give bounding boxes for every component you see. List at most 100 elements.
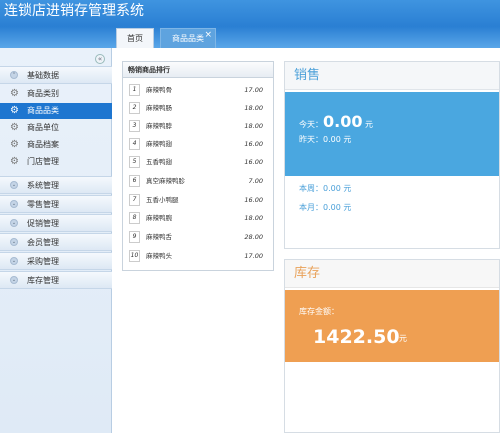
sales-summary-box: 今天：0.00 元 昨天：0.00 元: [285, 92, 499, 176]
rank-number: 8: [129, 212, 140, 224]
inventory-summary-box: 库存金额： 1422.50 元: [285, 290, 499, 362]
product-value: 16.00: [244, 158, 263, 166]
inventory-panel: 库存 库存金额： 1422.50 元: [284, 259, 500, 433]
product-value: 28.00: [244, 233, 263, 241]
sidebar-group-promotion[interactable]: ⌄ 促销管理: [0, 214, 112, 232]
group-label: 促销管理: [27, 219, 59, 228]
sidebar-group-retail[interactable]: ⌄ 零售管理: [0, 195, 112, 213]
group-label: 会员管理: [27, 238, 59, 247]
rank-number: 6: [129, 175, 140, 187]
sidebar-item-product-file[interactable]: ⚙ 商品档案: [0, 137, 112, 153]
group-toggle-icon: ⌄: [10, 200, 18, 208]
week-sales: 本周：0.00 元: [299, 184, 352, 193]
tab-product-category[interactable]: 商品品类 ×: [160, 28, 216, 48]
sidebar-group-basic-data[interactable]: ⌃ 基础数据: [0, 66, 112, 84]
inventory-title: 库存: [285, 260, 499, 288]
bestseller-ranking-panel: 畅销商品排行 1 麻辣鸭骨 17.00 2 麻辣鸭肠 18.00 3 麻辣鸭脖 …: [122, 61, 274, 271]
ranking-row: 5 五香鸭翅 16.00: [129, 155, 269, 169]
ranking-row: 2 麻辣鸭肠 18.00: [129, 101, 269, 115]
sidebar-item-category[interactable]: ⚙ 商品类别: [0, 86, 112, 102]
product-name: 麻辣鸭腕: [146, 214, 172, 222]
sidebar-item-unit[interactable]: ⚙ 商品单位: [0, 120, 112, 136]
group-label: 基础数据: [27, 71, 59, 80]
product-value: 16.00: [244, 196, 263, 204]
product-name: 麻辣鸭肠: [146, 104, 172, 112]
product-name: 麻辣鸭脖: [146, 122, 172, 130]
product-name: 麻辣鸭舌: [146, 233, 172, 241]
collapse-icon[interactable]: «: [95, 54, 105, 64]
yesterday-sales: 昨天：0.00 元: [299, 135, 352, 144]
gear-icon: ⚙: [10, 139, 19, 150]
rank-number: 7: [129, 194, 140, 206]
inventory-amount-label: 库存金额：: [299, 307, 339, 316]
rank-number: 5: [129, 156, 140, 168]
group-label: 零售管理: [27, 200, 59, 209]
product-value: 16.00: [244, 140, 263, 148]
product-name: 麻辣鸭翅: [146, 140, 172, 148]
ranking-row: 9 麻辣鸭舌 28.00: [129, 230, 269, 244]
product-value: 17.00: [244, 252, 263, 260]
product-name: 五香鸭翅: [146, 158, 172, 166]
today-label: 今天：: [299, 120, 323, 129]
ranking-row: 7 五香小鸭腿 16.00: [129, 193, 269, 207]
ranking-row: 4 麻辣鸭翅 16.00: [129, 137, 269, 151]
product-value: 18.00: [244, 122, 263, 130]
app-title: 连锁店进销存管理系统: [4, 3, 144, 19]
month-sales: 本月：0.00 元: [299, 203, 352, 212]
product-name: 麻辣鸭头: [146, 252, 172, 260]
group-toggle-icon: ⌄: [10, 238, 18, 246]
tab-label: 商品品类: [172, 34, 204, 43]
sidebar-item-label: 商品类别: [27, 89, 59, 98]
rank-number: 1: [129, 84, 140, 96]
sidebar-group-purchase[interactable]: ⌄ 采购管理: [0, 252, 112, 270]
gear-icon: ⚙: [10, 122, 19, 133]
app-header: 连锁店进销存管理系统 首页 商品品类 ×: [0, 0, 500, 48]
group-toggle-icon: ⌄: [10, 257, 18, 265]
rank-number: 2: [129, 102, 140, 114]
group-toggle-icon: ⌄: [10, 219, 18, 227]
today-value: 0.00: [323, 112, 363, 131]
group-label: 采购管理: [27, 257, 59, 266]
today-sales: 今天：0.00 元: [299, 112, 373, 131]
product-name: 真空麻辣鸭胗: [146, 177, 185, 185]
group-toggle-icon: ⌃: [10, 71, 18, 79]
product-value: 18.00: [244, 214, 263, 222]
sidebar-group-member[interactable]: ⌄ 会员管理: [0, 233, 112, 251]
group-label: 库存管理: [27, 276, 59, 285]
product-name: 麻辣鸭骨: [146, 86, 172, 94]
sidebar-item-product-type[interactable]: ⚙ 商品品类: [0, 103, 112, 119]
group-toggle-icon: ⌄: [10, 181, 18, 189]
inventory-amount-value: 1422.50: [313, 326, 400, 348]
ranking-row: 10 麻辣鸭头 17.00: [129, 249, 269, 263]
sales-title: 销售: [285, 62, 499, 90]
sales-panel: 销售 今天：0.00 元 昨天：0.00 元 本周：0.00 元 本月：0.00…: [284, 61, 500, 249]
sidebar-item-store[interactable]: ⚙ 门店管理: [0, 154, 112, 170]
gear-icon: ⚙: [10, 105, 19, 116]
sidebar: « ⌃ 基础数据 ⚙ 商品类别 ⚙ 商品品类 ⚙ 商品单位 ⚙ 商品档案 ⚙ 门…: [0, 48, 112, 433]
inventory-amount-unit: 元: [399, 334, 407, 343]
group-toggle-icon: ⌄: [10, 276, 18, 284]
gear-icon: ⚙: [10, 88, 19, 99]
rank-number: 10: [129, 250, 140, 262]
ranking-row: 8 麻辣鸭腕 18.00: [129, 211, 269, 225]
rank-number: 4: [129, 138, 140, 150]
rank-number: 3: [129, 120, 140, 132]
tab-home[interactable]: 首页: [116, 28, 154, 48]
ranking-row: 3 麻辣鸭脖 18.00: [129, 119, 269, 133]
sidebar-item-label: 门店管理: [27, 157, 59, 166]
group-label: 系统管理: [27, 181, 59, 190]
ranking-row: 6 真空麻辣鸭胗 7.00: [129, 174, 269, 188]
rank-number: 9: [129, 231, 140, 243]
product-name: 五香小鸭腿: [146, 196, 179, 204]
sidebar-item-label: 商品档案: [27, 140, 59, 149]
sidebar-group-inventory[interactable]: ⌄ 库存管理: [0, 271, 112, 289]
today-unit: 元: [365, 120, 374, 129]
sidebar-group-system[interactable]: ⌄ 系统管理: [0, 176, 112, 194]
product-value: 7.00: [248, 177, 263, 185]
ranking-row: 1 麻辣鸭骨 17.00: [129, 83, 269, 97]
tab-close-icon[interactable]: ×: [204, 25, 212, 45]
product-value: 18.00: [244, 104, 263, 112]
sidebar-item-label: 商品品类: [27, 106, 59, 115]
gear-icon: ⚙: [10, 156, 19, 167]
product-value: 17.00: [244, 86, 263, 94]
